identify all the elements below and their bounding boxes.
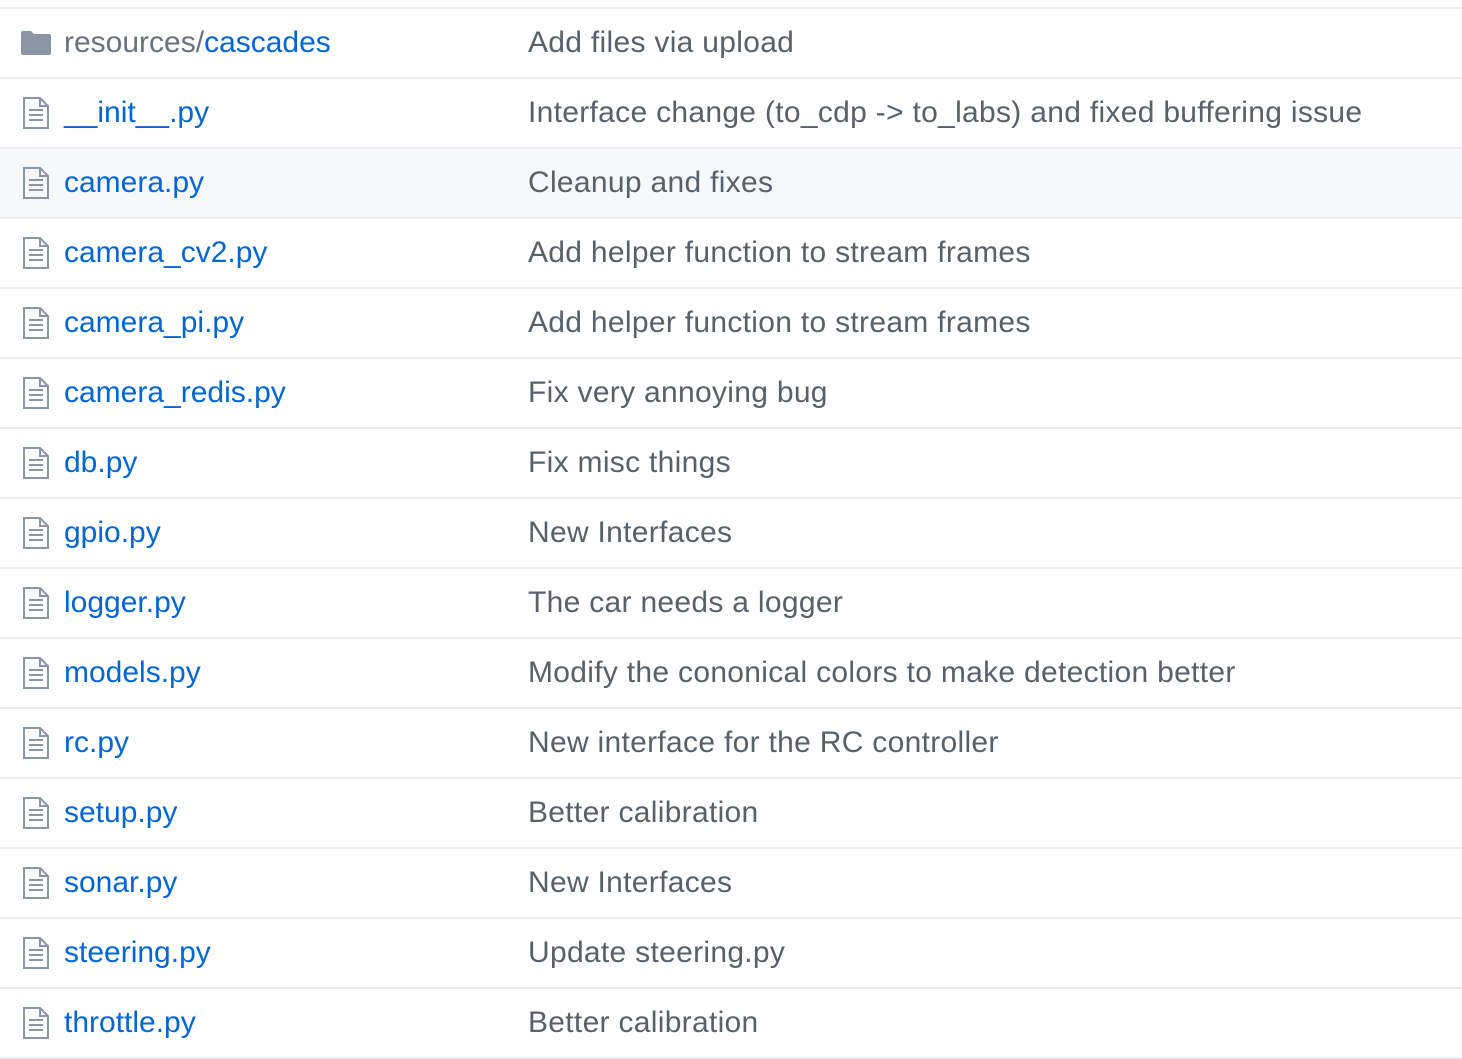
file-icon <box>20 1006 52 1040</box>
file-row-rc[interactable]: rc.py New interface for the RC controlle… <box>0 709 1462 779</box>
file-icon <box>20 586 52 620</box>
file-name-link[interactable]: sonar.py <box>64 849 177 917</box>
file-row-camera-cv2[interactable]: camera_cv2.py Add helper function to str… <box>0 219 1462 289</box>
file-name-link[interactable]: camera.py <box>64 149 204 217</box>
file-row-cascades[interactable]: resources/cascades Add files via upload <box>0 9 1462 79</box>
file-row-db[interactable]: db.py Fix misc things <box>0 429 1462 499</box>
file-icon <box>20 166 52 200</box>
file-icon <box>20 236 52 270</box>
commit-message[interactable]: Better calibration <box>528 779 759 847</box>
file-icon <box>20 446 52 480</box>
commit-message[interactable]: New interface for the RC controller <box>528 709 999 777</box>
file-row-init[interactable]: __init__.py Interface change (to_cdp -> … <box>0 79 1462 149</box>
file-row-setup[interactable]: setup.py Better calibration <box>0 779 1462 849</box>
file-icon <box>20 726 52 760</box>
file-icon <box>20 656 52 690</box>
commit-message[interactable]: Add files via upload <box>528 9 794 77</box>
commit-message[interactable]: Cleanup and fixes <box>528 149 773 217</box>
file-row-models[interactable]: models.py Modify the cononical colors to… <box>0 639 1462 709</box>
file-icon <box>20 96 52 130</box>
file-list: resources/cascades Add files via upload … <box>0 7 1462 1059</box>
file-icon <box>20 796 52 830</box>
commit-message[interactable]: Update steering.py <box>528 919 785 987</box>
file-icon <box>20 376 52 410</box>
directory-name: cascades <box>204 26 331 59</box>
commit-message[interactable]: The car needs a logger <box>528 569 843 637</box>
file-name-link[interactable]: logger.py <box>64 569 186 637</box>
file-row-logger[interactable]: logger.py The car needs a logger <box>0 569 1462 639</box>
file-name-link[interactable]: throttle.py <box>64 989 196 1057</box>
file-name-link[interactable]: camera_redis.py <box>64 359 286 427</box>
commit-message[interactable]: Fix misc things <box>528 429 731 497</box>
directory-prefix: resources/ <box>64 26 205 59</box>
file-row-steering[interactable]: steering.py Update steering.py <box>0 919 1462 989</box>
file-name-link[interactable]: resources/cascades <box>64 9 331 77</box>
file-row-gpio[interactable]: gpio.py New Interfaces <box>0 499 1462 569</box>
file-name-link[interactable]: camera_cv2.py <box>64 219 267 287</box>
file-name-link[interactable]: models.py <box>64 639 201 707</box>
file-icon <box>20 516 52 550</box>
file-row-camera-redis[interactable]: camera_redis.py Fix very annoying bug <box>0 359 1462 429</box>
commit-message[interactable]: Interface change (to_cdp -> to_labs) and… <box>528 79 1362 147</box>
commit-message[interactable]: Modify the cononical colors to make dete… <box>528 639 1236 707</box>
file-icon <box>20 866 52 900</box>
file-name-link[interactable]: rc.py <box>64 709 129 777</box>
file-name-link[interactable]: __init__.py <box>64 79 209 147</box>
file-name-link[interactable]: camera_pi.py <box>64 289 244 357</box>
file-row-throttle[interactable]: throttle.py Better calibration <box>0 989 1462 1059</box>
commit-message[interactable]: Add helper function to stream frames <box>528 289 1031 357</box>
file-icon <box>20 306 52 340</box>
file-name-link[interactable]: gpio.py <box>64 499 161 567</box>
folder-icon <box>20 26 52 60</box>
file-name-link[interactable]: steering.py <box>64 919 211 987</box>
commit-message[interactable]: New Interfaces <box>528 499 732 567</box>
file-row-camera[interactable]: camera.py Cleanup and fixes <box>0 149 1462 219</box>
file-name-link[interactable]: setup.py <box>64 779 177 847</box>
commit-message[interactable]: Fix very annoying bug <box>528 359 828 427</box>
file-icon <box>20 936 52 970</box>
file-name-link[interactable]: db.py <box>64 429 137 497</box>
file-row-sonar[interactable]: sonar.py New Interfaces <box>0 849 1462 919</box>
commit-message[interactable]: New Interfaces <box>528 849 732 917</box>
commit-message[interactable]: Add helper function to stream frames <box>528 219 1031 287</box>
commit-message[interactable]: Better calibration <box>528 989 759 1057</box>
file-row-camera-pi[interactable]: camera_pi.py Add helper function to stre… <box>0 289 1462 359</box>
